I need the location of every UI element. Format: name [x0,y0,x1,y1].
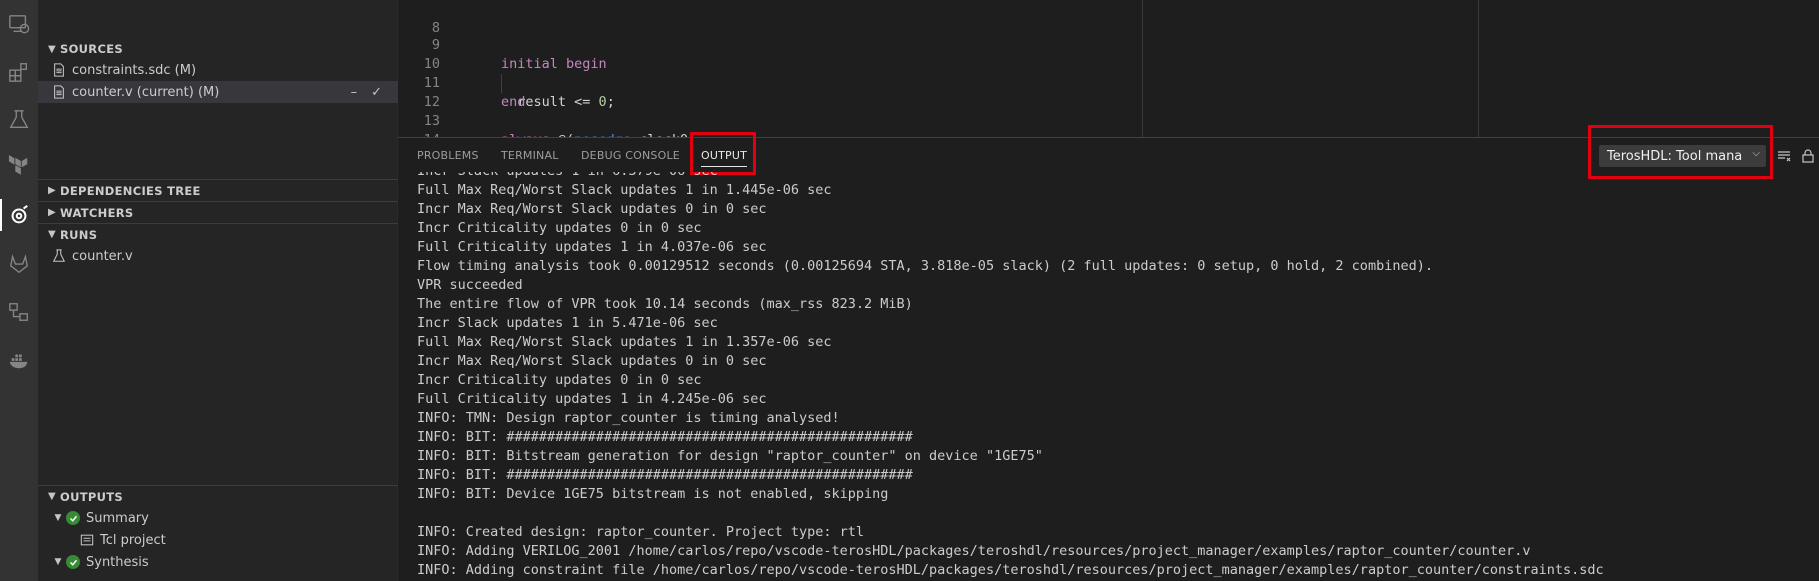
tab-terminal[interactable]: TERMINAL [501,138,559,174]
panel-tabs: PROBLEMS TERMINAL DEBUG CONSOLE OUTPUT T… [398,125,1819,179]
output-line: Incr Max Req/Worst Slack updates 0 in 0 … [417,201,767,217]
outputs-section-header[interactable]: ▼ OUTPUTS [38,485,398,507]
extensions-icon[interactable] [0,52,38,92]
run-item-counter[interactable]: counter.v [38,245,398,267]
lock-scroll-icon[interactable] [1800,148,1816,164]
select-top-button[interactable]: ✓ [371,85,382,100]
file-icon [52,85,66,99]
beaker-icon [52,249,66,263]
output-line: INFO: TMN: Design raptor_counter is timi… [417,410,840,426]
source-item-counter[interactable]: counter.v (current) (M) – ✓ [38,81,398,103]
chevron-right-icon: ▶ [48,185,56,196]
output-lines: Incr Slack updates 1 in 6.379e-06 sec Fu… [417,172,1817,580]
code-line: 11 end [423,75,526,110]
bottom-panel: PROBLEMS TERMINAL DEBUG CONSOLE OUTPUT T… [398,125,1819,581]
dependencies-header-label: DEPENDENCIES TREE [60,183,201,198]
source-item-label: counter.v (current) (M) [72,84,220,100]
testing-icon[interactable] [0,100,38,140]
code-line: 12 [423,94,440,110]
output-line: Incr Criticality updates 0 in 0 sec [417,220,702,236]
remote-explorer-icon[interactable] [0,4,38,44]
docker-icon[interactable] [0,340,38,380]
terraform-icon[interactable] [0,146,38,186]
output-line: Incr Slack updates 1 in 6.379e-06 sec [417,172,1817,181]
chevron-right-icon: ▶ [48,207,56,218]
output-line: Incr Criticality updates 0 in 0 sec [417,372,702,388]
clear-output-icon[interactable] [1776,148,1792,164]
dependencies-section-header[interactable]: ▶ DEPENDENCIES TREE [38,179,398,201]
chevron-down-icon: ▼ [54,557,62,567]
tab-problems[interactable]: PROBLEMS [417,138,479,174]
code-line: 10 result <= 0; [423,56,615,110]
output-log[interactable]: Incr Slack updates 1 in 6.379e-06 sec Fu… [417,172,1817,581]
output-item-label: Tcl project [100,532,166,548]
code-editor[interactable]: 8 9 initial begin 10 result <= 0; 11 end… [398,0,1819,137]
hierarchy-icon[interactable] [0,292,38,332]
output-line: INFO: Adding constraint file /home/carlo… [417,562,1604,578]
output-line: INFO: BIT: #############################… [417,467,913,483]
output-item-summary[interactable]: ▼ Summary [38,507,398,529]
chevron-down-icon: ▼ [48,229,56,240]
report-icon [80,533,94,547]
chevron-down-icon: ▼ [48,43,56,55]
source-item-label: constraints.sdc (M) [72,62,197,78]
gitlab-icon[interactable] [0,244,38,284]
output-tab-highlight [690,132,756,175]
output-line: Full Max Req/Worst Slack updates 1 in 1.… [417,334,832,350]
output-item-tcl-project[interactable]: Tcl project [38,529,398,551]
output-line: INFO: Adding VERILOG_2001 /home/carlos/r… [417,543,1531,559]
dropdown-highlight [1588,125,1773,179]
output-line: INFO: BIT: Device 1GE75 bitstream is not… [417,486,889,502]
output-line: INFO: BIT: #############################… [417,429,913,445]
runs-header-label: RUNS [60,227,98,242]
runs-section-header[interactable]: ▼ RUNS [38,223,398,245]
teroshdl-sidebar: ▼ SOURCES constraints.sdc (M) counter.v … [38,0,398,581]
chevron-down-icon: ▼ [48,491,56,502]
code-line: 9 initial begin [431,37,607,72]
watchers-header-label: WATCHERS [60,205,134,220]
activity-bar [0,0,38,581]
tab-debug-console[interactable]: DEBUG CONSOLE [581,138,680,174]
outputs-header-label: OUTPUTS [60,489,123,504]
output-item-label: Summary [86,510,149,526]
output-line: Flow timing analysis took 0.00129512 sec… [417,258,1433,274]
check-icon [66,555,80,569]
output-line: INFO: BIT: Bitstream generation for desi… [417,448,1043,464]
output-item-label: Synthesis [86,554,149,570]
output-line: Incr Max Req/Worst Slack updates 0 in 0 … [417,353,767,369]
output-line: Full Max Req/Worst Slack updates 1 in 1.… [417,182,832,198]
teroshdl-icon[interactable] [0,195,38,235]
chevron-down-icon: ▼ [54,513,62,523]
sources-header-label: SOURCES [60,42,123,56]
output-line: VPR succeeded [417,277,523,293]
output-item-synthesis[interactable]: ▼ Synthesis [38,551,398,573]
run-item-label: counter.v [72,248,133,264]
output-line: The entire flow of VPR took 10.14 second… [417,296,913,312]
file-icon [52,63,66,77]
remove-source-button[interactable]: – [351,85,358,100]
check-icon [66,511,80,525]
watchers-section-header[interactable]: ▶ WATCHERS [38,201,398,223]
source-item-constraints[interactable]: constraints.sdc (M) [38,59,398,81]
output-line: Full Criticality updates 1 in 4.037e-06 … [417,239,767,255]
output-line: Full Criticality updates 1 in 4.245e-06 … [417,391,767,407]
code-line: 13 always @(posedge clock0) [398,93,1819,137]
output-line: Incr Slack updates 1 in 5.471e-06 sec [417,315,718,331]
output-line: INFO: Created design: raptor_counter. Pr… [417,524,865,540]
sources-section-header[interactable]: ▼ SOURCES [38,38,398,60]
